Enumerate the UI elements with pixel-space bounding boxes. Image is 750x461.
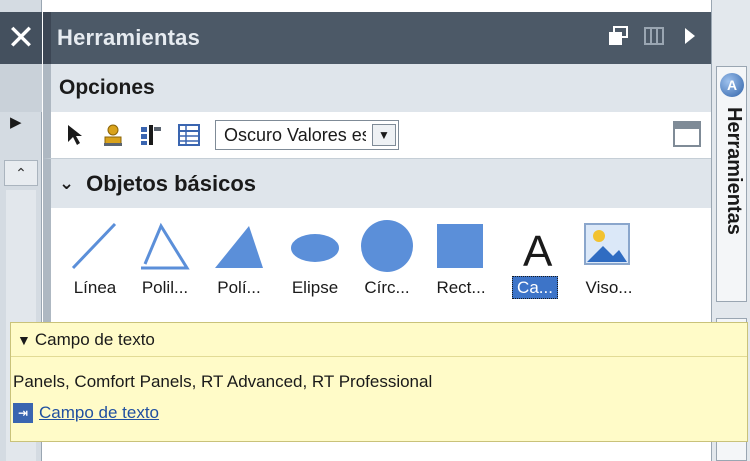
side-tab-label: Herramientas [723, 107, 745, 235]
tooltip-description: Panels, Comfort Panels, RT Advanced, RT … [13, 372, 433, 391]
rectangle-icon [437, 224, 483, 268]
palette-item-line[interactable]: Línea [59, 216, 131, 312]
palette-item-label: Rect... [436, 278, 486, 297]
person-icon[interactable] [99, 121, 127, 149]
line-icon [71, 222, 117, 270]
panel-view-icon[interactable] [673, 121, 701, 147]
window-title: Herramientas [57, 25, 201, 50]
palette-item-image-viewer[interactable]: Viso... [573, 216, 645, 312]
expand-left-icon[interactable]: ▶ [10, 113, 22, 131]
chevron-down-icon[interactable]: ⌄ [59, 173, 74, 194]
properties-icon[interactable] [137, 121, 165, 149]
polygon-icon [215, 226, 263, 268]
palette-item-circle[interactable]: Círc... [351, 216, 423, 312]
palette-item-label: Polí... [217, 278, 261, 297]
section-header-basic-objects[interactable]: ⌄ Objetos básicos [43, 158, 711, 208]
help-link-icon: ⇥ [13, 403, 33, 423]
left-strip [0, 64, 42, 112]
tooltip-link-row: ⇥ Campo de texto [13, 403, 159, 423]
palette-item-ellipse[interactable]: Elipse [279, 216, 351, 312]
palette-item-polygon[interactable]: Polí... [203, 216, 275, 312]
scroll-up-icon[interactable]: ⌃ [4, 160, 38, 186]
close-icon[interactable]: ✕ [0, 12, 42, 64]
tooltip-title: Campo de texto [34, 329, 155, 349]
columns-icon[interactable] [643, 26, 665, 48]
palette-item-rectangle[interactable]: Rect... [425, 216, 497, 312]
pointer-icon[interactable] [61, 121, 89, 149]
options-toolbar: Oscuro Valores es ▼ [43, 112, 711, 158]
svg-text:A: A [523, 227, 553, 274]
image-viewer-icon [584, 223, 630, 265]
table-icon[interactable] [175, 121, 203, 149]
title-bar: Herramientas [43, 12, 711, 64]
tools-window: ✕ ▶ ⌃ Herramientas Opciones Oscuro Valor… [0, 0, 750, 461]
palette-item-label: Ca... [499, 276, 571, 299]
palette-item-label: Línea [73, 278, 117, 297]
tooltip-header[interactable]: ▼ Campo de texto [11, 323, 747, 357]
tools-tab-icon: A [720, 73, 744, 97]
restore-icon[interactable] [607, 26, 629, 48]
palette-item-label: Elipse [291, 278, 339, 297]
dropdown-value: Oscuro Valores es [224, 124, 366, 145]
text-field-icon: A [523, 227, 553, 274]
polyline-icon [141, 222, 190, 270]
palette-item-label: Viso... [585, 278, 633, 297]
tooltip-help-link[interactable]: Campo de texto [39, 403, 159, 423]
basic-objects-palette: Línea Polil... Polí... Elipse Círc... Re… [43, 208, 711, 322]
options-header[interactable]: Opciones [43, 64, 711, 112]
section-title: Objetos básicos [86, 170, 257, 196]
triangle-down-icon[interactable]: ▼ [17, 332, 31, 348]
palette-item-label: Polil... [141, 278, 189, 297]
tooltip-popup: ▼ Campo de texto Panels, Comfort Panels,… [10, 322, 748, 442]
palette-item-polyline[interactable]: Polil... [129, 216, 201, 312]
circle-icon [361, 220, 413, 272]
ellipse-icon [291, 234, 339, 262]
options-label: Opciones [59, 76, 155, 99]
title-icons [607, 26, 701, 48]
side-tab-herramientas[interactable]: A Herramientas [716, 66, 747, 302]
collapse-right-icon[interactable] [679, 26, 701, 48]
chevron-down-icon[interactable]: ▼ [372, 124, 396, 146]
palette-item-text-field[interactable]: A Ca... [499, 216, 571, 312]
color-scheme-dropdown[interactable]: Oscuro Valores es ▼ [215, 120, 399, 150]
palette-item-label: Círc... [364, 278, 410, 297]
